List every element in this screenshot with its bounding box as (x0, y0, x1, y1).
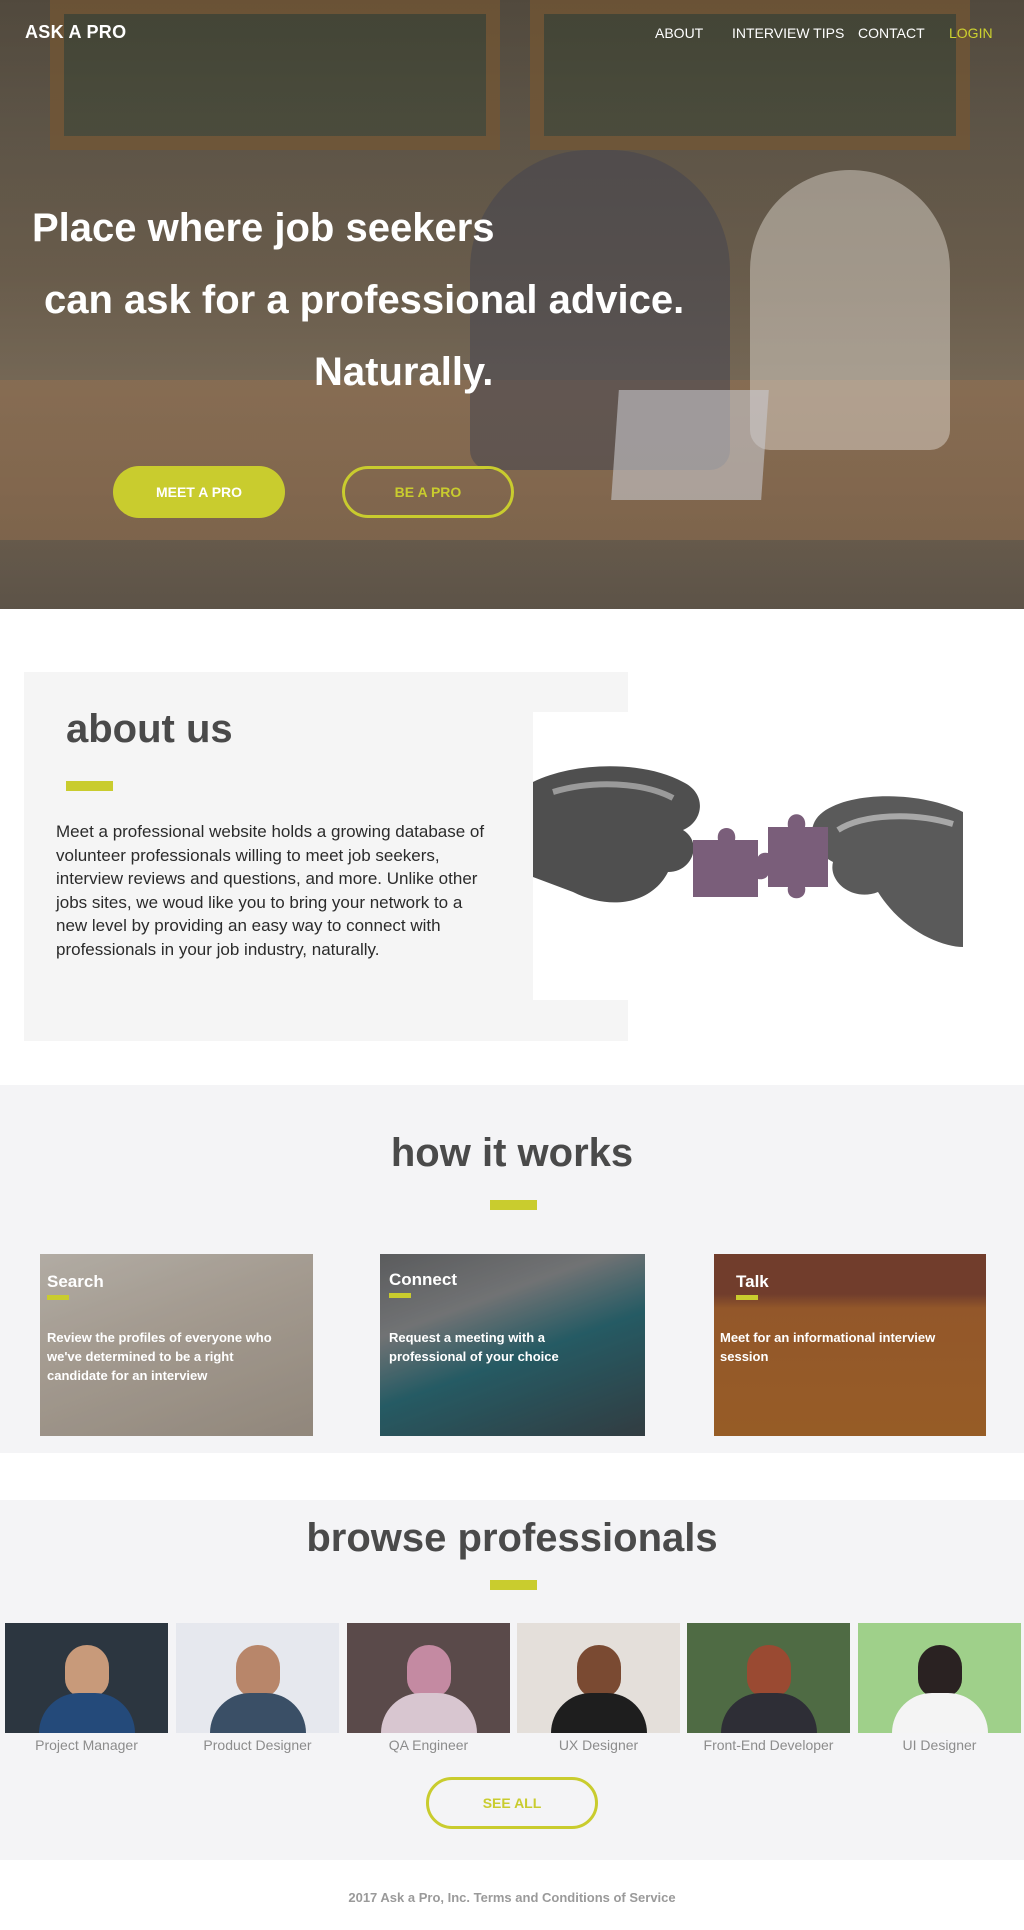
be-a-pro-button[interactable]: BE A PRO (342, 466, 514, 518)
puzzle-icon (533, 766, 963, 947)
laptop-icon (611, 390, 769, 500)
avatar (746, 1645, 791, 1697)
professional-role-label[interactable]: UX Designer (517, 1737, 680, 1753)
talk-card[interactable]: Talk Meet for an informational interview… (714, 1254, 986, 1436)
professional-role-label[interactable]: Front-End Developer (687, 1737, 850, 1753)
hero-headline-line-3: Naturally. (314, 350, 494, 394)
professional-role-label[interactable]: UI Designer (858, 1737, 1021, 1753)
professional-photo[interactable] (347, 1623, 510, 1733)
card-accent-bar (47, 1295, 69, 1300)
avatar-body (720, 1693, 817, 1733)
browse-accent-bar (490, 1580, 537, 1590)
hero-woman-figure (750, 170, 950, 450)
avatar (64, 1645, 109, 1697)
avatar-body (209, 1693, 306, 1733)
card-accent-bar (736, 1295, 758, 1300)
avatar (576, 1645, 621, 1697)
professional-role-label[interactable]: Project Manager (5, 1737, 168, 1753)
professional-role-label[interactable]: Product Designer (176, 1737, 339, 1753)
see-all-button[interactable]: SEE ALL (426, 1777, 598, 1829)
avatar-body (891, 1693, 988, 1733)
connect-card[interactable]: Connect Request a meeting with a profess… (380, 1254, 645, 1436)
site-logo[interactable]: ASK A PRO (25, 22, 126, 43)
search-card-title: Search (47, 1272, 104, 1291)
nav-contact-link[interactable]: CONTACT (858, 25, 925, 41)
puzzle-hands-image (533, 712, 963, 1000)
professional-photo[interactable] (176, 1623, 339, 1733)
nav-interview-tips-link[interactable]: INTERVIEW TIPS (732, 25, 844, 41)
search-card-description: Review the profiles of everyone who we'v… (47, 1330, 272, 1383)
hero-headline-line-1: Place where job seekers (32, 206, 495, 250)
about-accent-bar (66, 781, 113, 791)
talk-card-description: Meet for an informational interview sess… (720, 1330, 936, 1364)
top-navigation: ASK A PRO ABOUT INTERVIEW TIPS CONTACT L… (0, 0, 1024, 68)
avatar-body (550, 1693, 647, 1733)
connect-card-title: Connect (389, 1270, 457, 1289)
avatar-body (38, 1693, 135, 1733)
nav-login-link[interactable]: LOGIN (949, 25, 993, 41)
meet-a-pro-button[interactable]: MEET A PRO (113, 466, 285, 518)
how-it-works-title: how it works (390, 1131, 634, 1175)
professional-role-label[interactable]: QA Engineer (347, 1737, 510, 1753)
professional-photo[interactable] (858, 1623, 1021, 1733)
professional-photo[interactable] (5, 1623, 168, 1733)
avatar (917, 1645, 962, 1697)
search-card[interactable]: Search Review the profiles of everyone w… (40, 1254, 313, 1436)
about-title: about us (66, 707, 233, 751)
connect-card-description: Request a meeting with a professional of… (389, 1330, 559, 1364)
how-it-works-accent-bar (490, 1200, 537, 1210)
professional-photo[interactable] (687, 1623, 850, 1733)
about-description: Meet a professional website holds a grow… (56, 822, 485, 959)
footer-terms[interactable]: 2017 Ask a Pro, Inc. Terms and Condition… (0, 1890, 1024, 1905)
avatar (235, 1645, 280, 1697)
avatar (406, 1645, 451, 1697)
nav-about-link[interactable]: ABOUT (655, 25, 703, 41)
hero-headline-line-2: can ask for a professional advice. (44, 278, 685, 322)
card-accent-bar (389, 1293, 411, 1298)
talk-card-title: Talk (736, 1272, 769, 1291)
professional-photo[interactable] (517, 1623, 680, 1733)
avatar-body (380, 1693, 477, 1733)
browse-professionals-title: browse professionals (306, 1516, 718, 1560)
